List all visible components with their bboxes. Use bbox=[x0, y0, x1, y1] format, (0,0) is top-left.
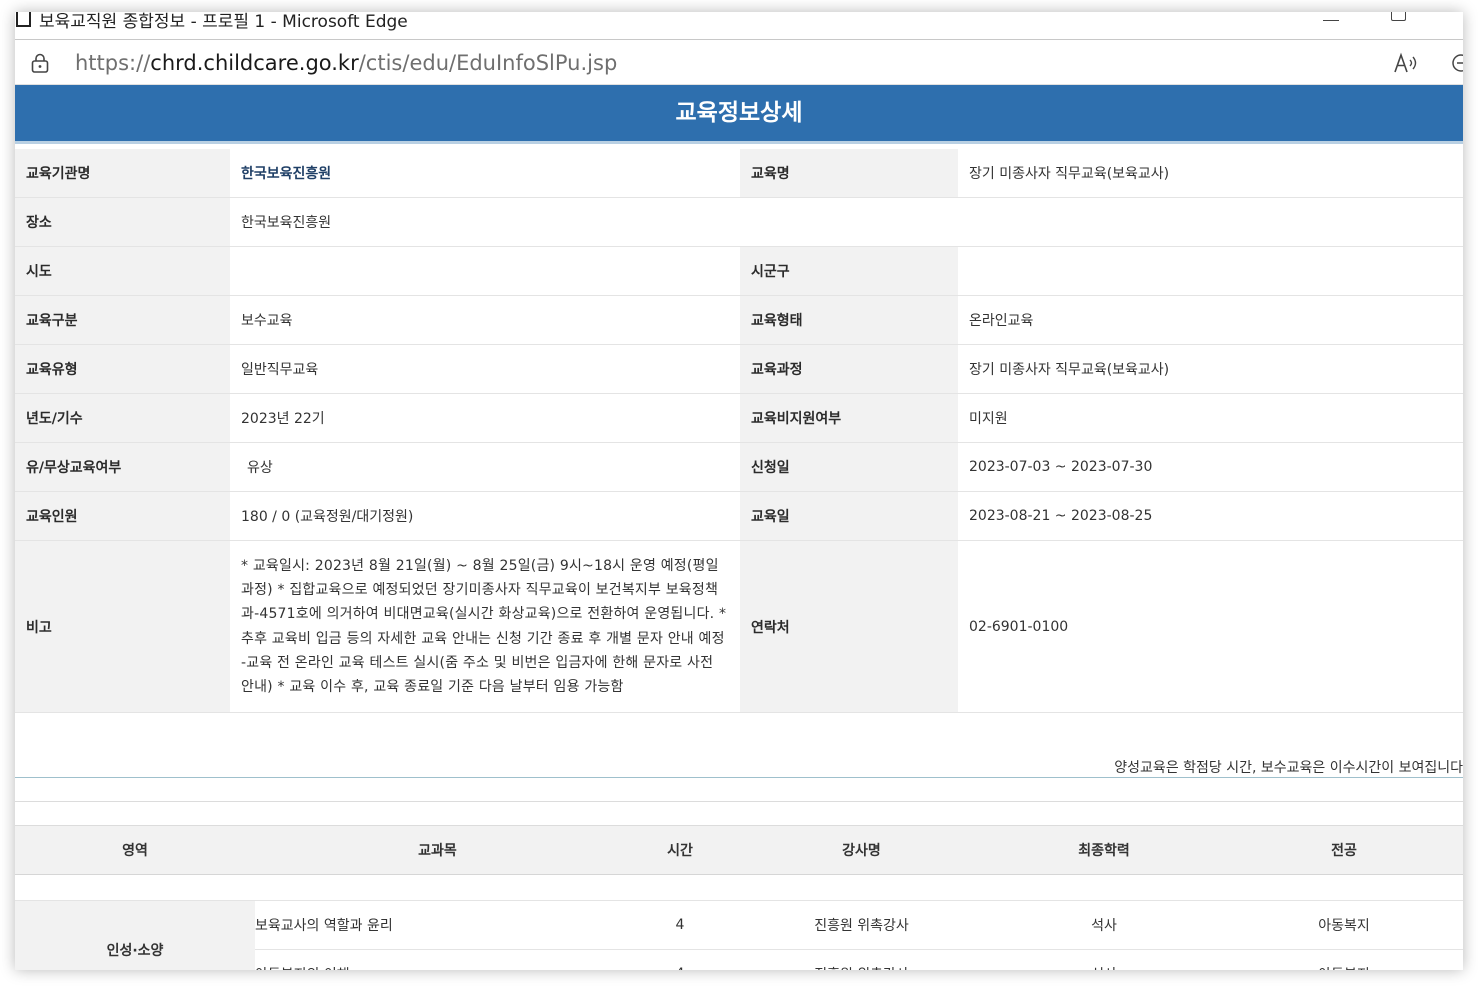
place-value: 한국보육진흥원 bbox=[230, 197, 1463, 247]
type-value: 일반직무교육 bbox=[230, 344, 740, 394]
col-instructor-header: 강사명 bbox=[740, 826, 983, 875]
info-row: 유/무상교육여부 유상 신청일 2023-07-03 ~ 2023-07-30 bbox=[15, 442, 1463, 492]
major-cell: 아동복지 bbox=[1225, 900, 1463, 950]
app-icon bbox=[16, 12, 31, 27]
sigungu-value bbox=[958, 246, 1463, 296]
read-aloud-icon[interactable] bbox=[1393, 52, 1419, 74]
address-bar[interactable]: https://chrd.childcare.go.kr/ctis/edu/Ed… bbox=[15, 39, 1463, 85]
more-icon[interactable] bbox=[1451, 53, 1463, 73]
org-value: 한국보육진흥원 bbox=[230, 149, 740, 198]
spacer-cell bbox=[15, 874, 1463, 901]
table-row: 인성·소양 보육교사의 역할과 윤리 4 진흥원 위촉강사 석사 아동복지 bbox=[15, 900, 1463, 970]
url-protocol: https:// bbox=[75, 51, 151, 75]
subject-cell: 아동복지의 이해 bbox=[255, 949, 620, 970]
page-title: 교육정보상세 bbox=[675, 100, 803, 126]
col-area-header: 영역 bbox=[15, 826, 255, 875]
instructor-cell: 진흥원 위촉강사 bbox=[740, 900, 983, 950]
term-label: 년도/기수 bbox=[15, 393, 230, 443]
area-cell: 인성·소양 bbox=[15, 900, 255, 970]
term-value: 2023년 22기 bbox=[230, 393, 740, 443]
url-host: chrd.childcare.go.kr bbox=[150, 51, 359, 75]
window-title: 보육교직원 종합정보 - 프로필 1 - Microsoft Edge bbox=[39, 12, 408, 32]
org-label: 교육기관명 bbox=[15, 149, 230, 198]
course-value: 장기 미종사자 직무교육(보육교사) bbox=[958, 344, 1463, 394]
major-cell: 아동복지 bbox=[1225, 949, 1463, 970]
browser-window: 보육교직원 종합정보 - 프로필 1 - Microsoft Edge http… bbox=[15, 12, 1463, 970]
sigungu-label: 시군구 bbox=[740, 246, 958, 296]
hours-cell: 4 bbox=[620, 949, 740, 970]
education-cell: 석사 bbox=[983, 949, 1225, 970]
url-text[interactable]: https://chrd.childcare.go.kr/ctis/edu/Ed… bbox=[75, 51, 617, 75]
hours-cell: 4 bbox=[620, 900, 740, 950]
hours-note-text: 양성교육은 학점당 시간, 보수교육은 이수시간이 보여집니다 bbox=[1114, 760, 1463, 776]
sido-label: 시도 bbox=[15, 246, 230, 296]
support-label: 교육비지원여부 bbox=[740, 393, 958, 443]
col-education-header: 최종학력 bbox=[983, 826, 1225, 875]
info-row: 장소 한국보육진흥원 bbox=[15, 197, 1463, 247]
blank-row bbox=[15, 802, 1463, 826]
spacer-row bbox=[15, 874, 1463, 901]
contact-label: 연락처 bbox=[740, 540, 958, 714]
category-label: 교육구분 bbox=[15, 295, 230, 345]
page-header: 교육정보상세 bbox=[15, 85, 1463, 144]
edudate-value: 2023-08-21 ~ 2023-08-25 bbox=[958, 491, 1463, 541]
type-label: 교육유형 bbox=[15, 344, 230, 394]
sido-value bbox=[230, 246, 740, 296]
lock-icon[interactable] bbox=[31, 53, 49, 73]
maximize-icon[interactable] bbox=[1391, 12, 1406, 21]
name-value: 장기 미종사자 직무교육(보육교사) bbox=[958, 149, 1463, 198]
fee-value: 유상 bbox=[230, 442, 740, 492]
minimize-icon[interactable] bbox=[1323, 12, 1339, 21]
info-row: 교육기관명 한국보육진흥원 교육명 장기 미종사자 직무교육(보육교사) bbox=[15, 149, 1463, 198]
info-row: 교육구분 보수교육 교육형태 온라인교육 bbox=[15, 295, 1463, 345]
info-row: 시도 시군구 bbox=[15, 246, 1463, 296]
capacity-label: 교육인원 bbox=[15, 491, 230, 541]
col-major-header: 전공 bbox=[1225, 826, 1463, 875]
place-label: 장소 bbox=[15, 197, 230, 247]
apply-value: 2023-07-03 ~ 2023-07-30 bbox=[958, 442, 1463, 492]
col-subject-header: 교과목 bbox=[255, 826, 620, 875]
hours-note: 양성교육은 학점당 시간, 보수교육은 이수시간이 보여집니다 bbox=[15, 734, 1463, 778]
info-row: 교육인원 180 / 0 (교육정원/대기정원) 교육일 2023-08-21 … bbox=[15, 491, 1463, 541]
remarks-value: * 교육일시: 2023년 8월 21일(월) ~ 8월 25일(금) 9시~1… bbox=[230, 540, 740, 714]
url-path: /ctis/edu/EduInfoSlPu.jsp bbox=[358, 51, 618, 75]
info-row: 교육유형 일반직무교육 교육과정 장기 미종사자 직무교육(보육교사) bbox=[15, 344, 1463, 394]
col-hours-header: 시간 bbox=[620, 826, 740, 875]
remarks-label: 비고 bbox=[15, 540, 230, 714]
form-value: 온라인교육 bbox=[958, 295, 1463, 345]
blank-row bbox=[15, 778, 1463, 802]
fee-label: 유/무상교육여부 bbox=[15, 442, 230, 492]
info-row: 비고 * 교육일시: 2023년 8월 21일(월) ~ 8월 25일(금) 9… bbox=[15, 540, 1463, 714]
apply-label: 신청일 bbox=[740, 442, 958, 492]
edudate-label: 교육일 bbox=[740, 491, 958, 541]
capacity-value: 180 / 0 (교육정원/대기정원) bbox=[230, 491, 740, 541]
contact-value: 02-6901-0100 bbox=[958, 540, 1463, 714]
info-row: 년도/기수 2023년 22기 교육비지원여부 미지원 bbox=[15, 393, 1463, 443]
support-value: 미지원 bbox=[958, 393, 1463, 443]
name-label: 교육명 bbox=[740, 149, 958, 198]
form-label: 교육형태 bbox=[740, 295, 958, 345]
education-cell: 석사 bbox=[983, 900, 1225, 950]
curriculum-header-row: 영역 교과목 시간 강사명 최종학력 전공 bbox=[15, 826, 1463, 875]
course-label: 교육과정 bbox=[740, 344, 958, 394]
title-bar: 보육교직원 종합정보 - 프로필 1 - Microsoft Edge bbox=[15, 12, 1463, 39]
education-info-table: 교육기관명 한국보육진흥원 교육명 장기 미종사자 직무교육(보육교사) 장소 … bbox=[15, 149, 1463, 714]
curriculum-table: 영역 교과목 시간 강사명 최종학력 전공 인성·소양 보육교사의 역할과 윤리… bbox=[15, 826, 1463, 970]
subject-cell: 보육교사의 역할과 윤리 bbox=[255, 900, 620, 950]
category-value: 보수교육 bbox=[230, 295, 740, 345]
instructor-cell: 진흥원 위촉강사 bbox=[740, 949, 983, 970]
